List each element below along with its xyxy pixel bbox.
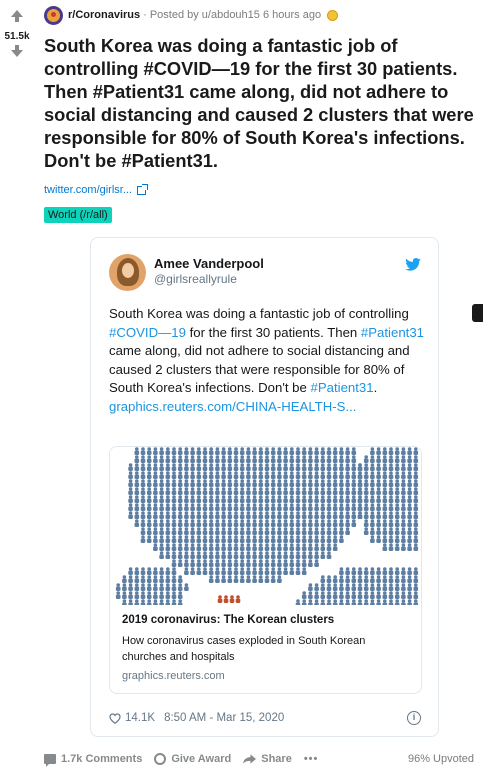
cluster-illustration <box>110 447 421 605</box>
external-link-icon[interactable] <box>137 183 149 195</box>
card-title[interactable]: 2019 coronavirus: The Korean clusters <box>122 614 334 626</box>
give-award-button[interactable]: Give Award <box>154 753 231 765</box>
give-award-label: Give Award <box>171 753 232 765</box>
vote-column: 51.5k <box>0 6 34 57</box>
like-count[interactable]: 14.1K <box>125 712 155 724</box>
hashtag-patient31-2[interactable]: #Patient31 <box>311 380 374 395</box>
heart-icon[interactable] <box>109 712 121 724</box>
tweet-url[interactable]: graphics.reuters.com/CHINA-HEALTH-S... <box>109 399 356 414</box>
post-actions-bar: 1.7k Comments Give Award Share ••• 96% U… <box>44 750 474 768</box>
card-domain[interactable]: graphics.reuters.com <box>122 670 225 682</box>
post-header: r/Coronavirus · Posted by u/abdouh15 6 h… <box>44 5 339 25</box>
tweet-timestamp[interactable]: 8:50 AM - Mar 15, 2020 <box>164 712 284 724</box>
share-label: Share <box>261 753 292 765</box>
tweet-text-part: . <box>373 380 378 396</box>
card-description: How coronavirus cases exploded in South … <box>122 635 366 663</box>
hashtag-patient31[interactable]: #Patient31 <box>361 325 424 340</box>
subreddit-avatar[interactable] <box>44 5 63 25</box>
give-award-icon <box>154 753 167 765</box>
subreddit-link[interactable]: r/Coronavirus <box>68 9 140 21</box>
tweet-text-part: for the first 30 patients. Then <box>185 324 361 340</box>
tweet-author-name[interactable]: Amee Vanderpool <box>154 256 264 271</box>
share-icon <box>243 754 257 764</box>
side-panel-tab[interactable] <box>472 304 483 322</box>
more-options-button[interactable]: ••• <box>304 753 319 765</box>
posted-by[interactable]: Posted by u/abdouh15 6 hours ago <box>150 9 321 21</box>
post-score: 51.5k <box>4 31 30 42</box>
comment-icon <box>44 754 56 767</box>
separator-dot: · <box>143 9 147 21</box>
link-preview-card[interactable]: 2019 coronavirus: The Korean clusters Ho… <box>109 446 422 694</box>
share-button[interactable]: Share <box>243 753 292 765</box>
tweet-embed[interactable]: Amee Vanderpool @girlsreallyrule South K… <box>90 237 439 737</box>
twitter-bird-icon[interactable] <box>405 258 421 271</box>
tweet-author-handle[interactable]: @girlsreallyrule <box>154 272 237 286</box>
tweet-author-avatar[interactable] <box>109 254 146 291</box>
info-icon[interactable]: i <box>407 711 421 725</box>
post-flair[interactable]: World (/r/all) <box>44 207 112 223</box>
downvote-icon[interactable] <box>11 45 23 57</box>
tweet-footer: 14.1K 8:50 AM - Mar 15, 2020 i <box>109 710 422 726</box>
upvote-icon[interactable] <box>11 10 23 22</box>
post-title[interactable]: South Korea was doing a fantastic job of… <box>44 34 474 172</box>
tweet-text-part: South Korea was doing a fantastic job of… <box>109 306 409 321</box>
post-link-text[interactable]: twitter.com/girlsr... <box>44 184 132 196</box>
comments-label: 1.7k Comments <box>61 753 143 765</box>
award-icon[interactable] <box>327 9 339 21</box>
comments-button[interactable]: 1.7k Comments <box>44 753 143 767</box>
post-link[interactable]: twitter.com/girlsr... <box>44 183 149 196</box>
hashtag-covid19[interactable]: #COVID—19 <box>109 325 186 340</box>
tweet-text: South Korea was doing a fantastic job of… <box>109 305 425 417</box>
upvote-ratio: 96% Upvoted <box>407 753 474 765</box>
